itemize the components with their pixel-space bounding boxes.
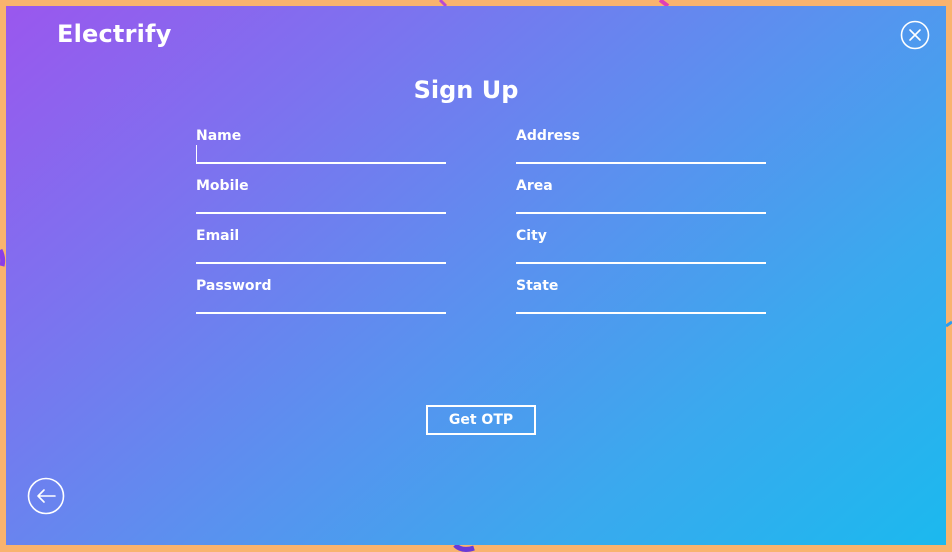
close-button[interactable] [900, 20, 930, 50]
city-field-group: City [516, 226, 766, 270]
address-field-group: Address [516, 126, 766, 170]
area-field-group: Area [516, 176, 766, 220]
text-caret [196, 145, 197, 162]
back-button[interactable] [27, 477, 65, 515]
area-label: Area [516, 178, 553, 194]
mobile-input[interactable] [196, 196, 446, 214]
get-otp-button[interactable]: Get OTP [426, 405, 536, 435]
city-input[interactable] [516, 246, 766, 264]
state-field-group: State [516, 276, 766, 320]
state-label: State [516, 278, 559, 294]
mobile-label: Mobile [196, 178, 249, 194]
state-input[interactable] [516, 296, 766, 314]
password-input[interactable] [196, 296, 446, 314]
signup-window: Electrify Sign Up Name Mobile Email Pass… [6, 6, 946, 545]
arrow-left-icon [27, 477, 65, 515]
city-label: City [516, 228, 547, 244]
password-field-group: Password [196, 276, 446, 320]
name-input[interactable] [196, 146, 446, 164]
name-label: Name [196, 128, 242, 144]
email-label: Email [196, 228, 240, 244]
close-icon [900, 20, 930, 50]
app-logo-text: Electrify [57, 20, 172, 48]
mobile-field-group: Mobile [196, 176, 446, 220]
name-field-group: Name [196, 126, 446, 170]
area-input[interactable] [516, 196, 766, 214]
address-label: Address [516, 128, 580, 144]
email-input[interactable] [196, 246, 446, 264]
email-field-group: Email [196, 226, 446, 270]
password-label: Password [196, 278, 272, 294]
address-input[interactable] [516, 146, 766, 164]
page-title: Sign Up [413, 76, 519, 104]
app-frame: Electrify Sign Up Name Mobile Email Pass… [0, 0, 952, 552]
